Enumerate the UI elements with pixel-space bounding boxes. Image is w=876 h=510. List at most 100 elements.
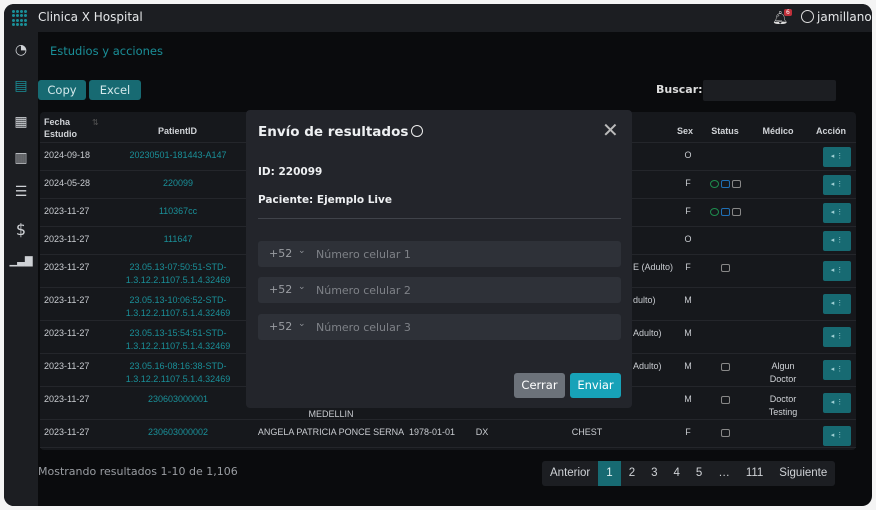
phone-field-2: +52 ⌄ bbox=[258, 277, 621, 303]
cell-sex: F bbox=[685, 178, 691, 188]
document-icon[interactable] bbox=[720, 396, 730, 404]
page-5[interactable]: 5 bbox=[688, 461, 710, 486]
search-input[interactable] bbox=[703, 80, 836, 101]
sort-icon[interactable]: ⇅ bbox=[92, 118, 99, 127]
page-anterior[interactable]: Anterior bbox=[542, 461, 598, 486]
phone-input-2[interactable] bbox=[316, 277, 606, 303]
document-icon[interactable] bbox=[731, 208, 741, 216]
cell-study bbox=[633, 387, 681, 393]
excel-button[interactable]: Excel bbox=[89, 80, 141, 100]
document-icon[interactable]: ▤ bbox=[9, 78, 33, 94]
cell-status bbox=[704, 387, 746, 408]
patient-id-link[interactable]: 23.05.13-07:50:51-STD-1.3.12.2.1107.5.1.… bbox=[110, 255, 246, 287]
action-button[interactable]: ◂ ⋮ bbox=[823, 203, 851, 223]
logo-icon bbox=[12, 10, 28, 26]
phone-field-1: +52 ⌄ bbox=[258, 241, 621, 267]
header-fecha[interactable]: Fecha Estudio bbox=[44, 112, 88, 140]
cell-patient-name: ANGELA PATRICIA PONCE SERNA bbox=[257, 427, 405, 437]
dollar-icon[interactable]: $ bbox=[9, 220, 33, 239]
action-button[interactable]: ◂ ⋮ bbox=[823, 231, 851, 251]
cerrar-button[interactable]: Cerrar bbox=[514, 373, 565, 398]
pagination: Anterior 1 2 3 4 5 … 111 Siguiente bbox=[542, 461, 836, 486]
cell-status bbox=[704, 288, 746, 296]
action-button[interactable]: ◂ ⋮ bbox=[823, 393, 851, 413]
header-sex[interactable]: Sex bbox=[670, 112, 700, 138]
cell-study bbox=[633, 171, 681, 177]
app-window: Clinica X Hospital 🔔︎ 6 jamillano ◔ ▤ ▦ … bbox=[4, 4, 872, 506]
cell-study: Adulto) bbox=[633, 361, 662, 371]
bar-chart-icon[interactable]: ▁▃▇ bbox=[9, 256, 33, 267]
divider bbox=[258, 218, 621, 219]
document-icon[interactable] bbox=[731, 180, 741, 188]
close-icon[interactable]: ✕ bbox=[602, 118, 619, 142]
cell-medico bbox=[760, 199, 806, 205]
cell-study: Adulto) bbox=[633, 328, 662, 338]
cell-status bbox=[704, 171, 746, 192]
page-2[interactable]: 2 bbox=[621, 461, 643, 486]
cell-fecha: 2023-11-27 bbox=[44, 361, 90, 371]
action-button[interactable]: ◂ ⋮ bbox=[823, 294, 851, 314]
patient-id-link[interactable]: 110367cc bbox=[110, 199, 246, 218]
page-3[interactable]: 3 bbox=[643, 461, 665, 486]
patient-id-link[interactable]: 230603000001 bbox=[110, 387, 246, 406]
patient-id-link[interactable]: 23.05.13-10:06:52-STD-1.3.12.2.1107.5.1.… bbox=[110, 288, 246, 320]
country-code-select[interactable]: +52 bbox=[269, 320, 292, 333]
cell-fecha: 2024-05-28 bbox=[44, 178, 91, 188]
cell-study: E (Adulto) bbox=[633, 262, 674, 272]
cell-fecha: 2024-09-18 bbox=[44, 150, 91, 160]
email-icon[interactable] bbox=[720, 180, 730, 188]
action-button[interactable]: ◂ ⋮ bbox=[823, 147, 851, 167]
app-title: Clinica X Hospital bbox=[38, 10, 143, 24]
copy-button[interactable]: Copy bbox=[38, 80, 86, 100]
chevron-down-icon[interactable]: ⌄ bbox=[298, 246, 306, 256]
patient-id-link[interactable]: 220099 bbox=[110, 171, 246, 190]
chevron-down-icon[interactable]: ⌄ bbox=[298, 282, 306, 292]
user-menu[interactable]: jamillano bbox=[801, 10, 872, 24]
patient-id-link[interactable]: 230603000002 bbox=[110, 420, 246, 439]
chevron-down-icon[interactable]: ⌄ bbox=[298, 319, 306, 329]
enviar-button[interactable]: Enviar bbox=[570, 373, 621, 398]
send-results-modal: Envío de resultados ✕ ID: 220099 Pacient… bbox=[246, 110, 632, 408]
page-1[interactable]: 1 bbox=[598, 461, 621, 486]
action-button[interactable]: ◂ ⋮ bbox=[823, 261, 851, 281]
document-icon[interactable] bbox=[720, 264, 730, 272]
document-icon[interactable] bbox=[720, 429, 730, 437]
cell-study bbox=[633, 199, 681, 205]
action-button[interactable]: ◂ ⋮ bbox=[823, 327, 851, 347]
cell-status bbox=[704, 143, 746, 151]
page-siguiente[interactable]: Siguiente bbox=[771, 461, 835, 486]
cell-fecha: 2023-11-27 bbox=[44, 328, 90, 338]
list-icon[interactable]: ☰ bbox=[9, 184, 33, 200]
cell-fecha: 2023-11-27 bbox=[44, 295, 90, 305]
action-button[interactable]: ◂ ⋮ bbox=[823, 360, 851, 380]
patient-id-link[interactable]: 111647 bbox=[110, 227, 246, 246]
header-accion[interactable]: Acción bbox=[810, 112, 852, 138]
patient-id-link[interactable]: 23.05.13-15:54:51-STD-1.3.12.2.1107.5.1.… bbox=[110, 321, 246, 353]
country-code-select[interactable]: +52 bbox=[269, 247, 292, 260]
dashboard-icon[interactable]: ◔ bbox=[9, 42, 33, 58]
header-status[interactable]: Status bbox=[704, 112, 746, 138]
cell-sex: M bbox=[684, 295, 692, 305]
calendar-icon[interactable]: ▦ bbox=[9, 114, 33, 130]
header-medico[interactable]: Médico bbox=[750, 112, 806, 138]
hospital-icon[interactable]: ▥ bbox=[9, 150, 33, 166]
action-button[interactable]: ◂ ⋮ bbox=[823, 175, 851, 195]
country-code-select[interactable]: +52 bbox=[269, 283, 292, 296]
phone-input-1[interactable] bbox=[316, 241, 606, 267]
cell-fecha: 2023-11-27 bbox=[44, 206, 90, 216]
cell-sex: F bbox=[685, 427, 691, 437]
cell-modality: DX bbox=[475, 427, 489, 437]
phone-input-3[interactable] bbox=[316, 314, 606, 340]
whatsapp-icon[interactable] bbox=[709, 180, 719, 188]
page-111[interactable]: 111 bbox=[738, 461, 771, 486]
patient-id-link[interactable]: 23.05.16-08:16:38-STD-1.3.12.2.1107.5.1.… bbox=[110, 354, 246, 386]
whatsapp-icon[interactable] bbox=[709, 208, 719, 216]
cell-sex: M bbox=[684, 328, 692, 338]
email-icon[interactable] bbox=[720, 208, 730, 216]
patient-id-link[interactable]: 20230501-181443-A147 bbox=[110, 143, 246, 162]
cell-status bbox=[704, 255, 746, 276]
document-icon[interactable] bbox=[720, 363, 730, 371]
action-button[interactable]: ◂ ⋮ bbox=[823, 426, 851, 446]
page-4[interactable]: 4 bbox=[666, 461, 688, 486]
header-patient-id[interactable]: PatientID bbox=[104, 112, 251, 138]
